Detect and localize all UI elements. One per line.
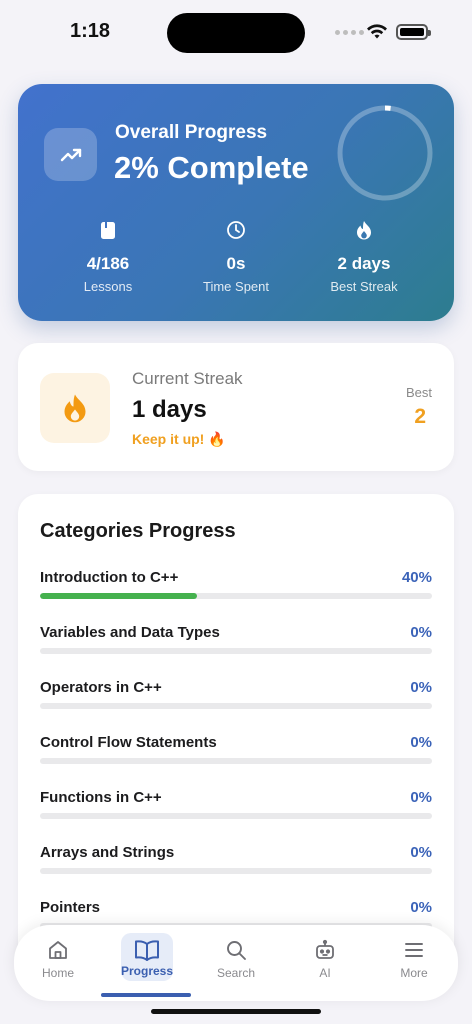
- book-open-icon: [121, 937, 173, 963]
- best-streak-value: 2: [414, 405, 426, 428]
- category-percent: 0%: [410, 789, 432, 806]
- category-name: Functions in C++: [40, 789, 162, 806]
- category-percent: 0%: [410, 844, 432, 861]
- book-icon: [44, 218, 172, 242]
- home-indicator: [151, 1009, 321, 1014]
- stat-value: 0s: [226, 254, 246, 273]
- stat-lessons: 4/186 Lessons: [44, 218, 172, 294]
- category-percent: 0%: [410, 734, 432, 751]
- category-percent: 0%: [410, 679, 432, 696]
- category-progress-bar: [40, 813, 432, 819]
- flame-icon: [40, 373, 110, 443]
- stat-best-streak: 2 days Best Streak: [300, 218, 428, 294]
- tab-label: Progress: [121, 964, 174, 978]
- stat-value: 2 days: [337, 254, 391, 273]
- category-item[interactable]: Variables and Data Types 0%: [40, 623, 432, 678]
- status-bar: 1:18: [0, 0, 472, 64]
- tab-label: Home: [41, 966, 74, 980]
- flame-icon: [300, 218, 428, 242]
- category-progress-bar: [40, 593, 432, 599]
- battery-icon: [396, 24, 431, 40]
- category-percent: 40%: [401, 569, 432, 586]
- category-item[interactable]: Control Flow Statements 0%: [40, 733, 432, 788]
- categories-title: Categories Progress: [40, 520, 236, 542]
- stat-label: Lessons: [83, 279, 133, 294]
- category-progress-fill: [40, 593, 197, 599]
- search-icon: [198, 937, 274, 963]
- tab-progress-highlight: Progress: [121, 933, 173, 981]
- stat-value: 4/186: [86, 254, 130, 273]
- progress-ring: [337, 105, 433, 201]
- tab-home[interactable]: Home: [20, 937, 96, 980]
- category-name: Arrays and Strings: [40, 844, 175, 861]
- menu-icon: [376, 937, 452, 963]
- trending-up-icon: [44, 128, 97, 181]
- signal-icon: [335, 30, 364, 35]
- streak-encouragement: Keep it up! 🔥: [132, 431, 226, 447]
- robot-icon: [287, 937, 363, 963]
- category-name: Operators in C++: [40, 679, 162, 696]
- active-tab-indicator: [101, 993, 191, 997]
- category-progress-bar: [40, 758, 432, 764]
- category-progress-bar: [40, 868, 432, 874]
- tab-ai[interactable]: AI: [287, 937, 363, 980]
- dynamic-island: [167, 13, 305, 53]
- category-name: Variables and Data Types: [40, 624, 220, 641]
- stat-time-spent: 0s Time Spent: [172, 218, 300, 294]
- categories-progress-card: Categories Progress Introduction to C++ …: [18, 494, 454, 974]
- stat-label: Time Spent: [203, 279, 269, 294]
- overall-progress-value: 2% Complete: [114, 150, 309, 185]
- home-icon: [20, 937, 96, 963]
- tab-search[interactable]: Search: [198, 937, 274, 980]
- current-streak-card: Current Streak 1 days Keep it up! 🔥 Best…: [18, 343, 454, 471]
- tab-bar: Home Progress Search AI More: [14, 925, 458, 1001]
- tab-more[interactable]: More: [376, 937, 452, 980]
- current-streak-value: 1 days: [132, 396, 207, 423]
- best-streak-label: Best: [405, 385, 432, 400]
- category-name: Control Flow Statements: [40, 734, 217, 751]
- wifi-icon: [367, 24, 387, 39]
- overall-progress-title: Overall Progress: [115, 122, 268, 143]
- tab-label: Search: [216, 966, 256, 980]
- category-list: Introduction to C++ 40% Variables and Da…: [40, 568, 432, 953]
- tab-label: More: [400, 966, 428, 980]
- category-item[interactable]: Introduction to C++ 40%: [40, 568, 432, 623]
- category-progress-bar: [40, 703, 432, 709]
- clock-icon: [172, 218, 300, 242]
- category-percent: 0%: [410, 624, 432, 641]
- category-item[interactable]: Functions in C++ 0%: [40, 788, 432, 843]
- current-streak-label: Current Streak: [132, 369, 243, 388]
- category-progress-bar: [40, 648, 432, 654]
- category-item[interactable]: Operators in C++ 0%: [40, 678, 432, 733]
- overall-progress-card: Overall Progress 2% Complete 4/186 Lesso…: [18, 84, 454, 321]
- category-name: Introduction to C++: [40, 569, 179, 586]
- category-percent: 0%: [410, 899, 432, 916]
- hero-stats: 4/186 Lessons 0s Time Spent 2 days Best …: [44, 218, 428, 294]
- category-item[interactable]: Arrays and Strings 0%: [40, 843, 432, 898]
- status-time: 1:18: [70, 20, 111, 42]
- stat-label: Best Streak: [330, 279, 398, 294]
- category-name: Pointers: [40, 899, 101, 916]
- tab-label: AI: [319, 966, 331, 980]
- tab-progress[interactable]: Progress: [109, 933, 185, 981]
